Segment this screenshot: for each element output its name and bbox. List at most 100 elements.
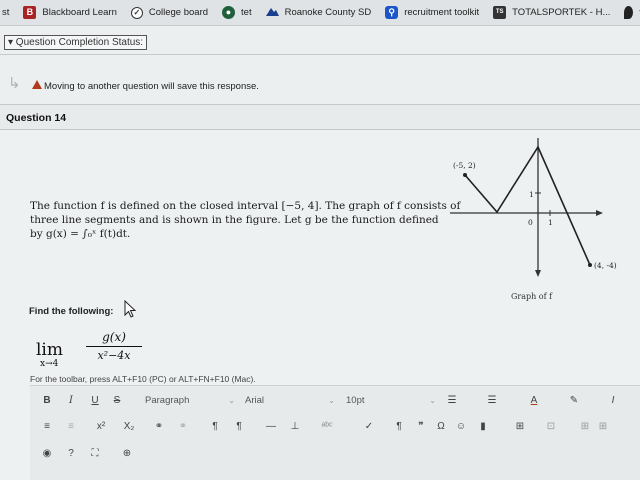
- blackboard-icon: B: [23, 6, 37, 19]
- font-size-select[interactable]: 10pt ⌄: [346, 392, 436, 410]
- completion-status-bar: ▾ Question Completion Status:: [0, 27, 640, 55]
- highlight-pen-icon[interactable]: ✎: [566, 392, 582, 410]
- bookmark-st[interactable]: st: [0, 0, 16, 25]
- superscript-button[interactable]: x²: [92, 418, 110, 436]
- bookmark-label: TOTALSPORTEK - H...: [512, 7, 611, 18]
- point-label-left: (-5, 2): [453, 161, 476, 170]
- text-color-icon[interactable]: A: [526, 392, 542, 410]
- y-axis-arrow-icon: [535, 270, 541, 277]
- numbered-list-icon[interactable]: ☰: [482, 392, 502, 410]
- bookmark-label: tet: [241, 7, 252, 18]
- x-axis-arrow-icon: [596, 210, 603, 216]
- fullscreen-icon[interactable]: ⛶: [88, 445, 102, 463]
- bookmark-tet[interactable]: ● tet: [215, 0, 259, 25]
- table-cell-icon[interactable]: ⊡: [544, 418, 558, 436]
- bookmark-label: recruitment toolkit: [404, 7, 480, 18]
- paragraph-mark-icon[interactable]: ¶: [392, 418, 406, 436]
- bookmark-label: College board: [148, 7, 209, 18]
- underline-button[interactable]: U: [88, 392, 102, 410]
- help-icon[interactable]: ?: [64, 445, 78, 463]
- completion-status-toggle[interactable]: ▾ Question Completion Status:: [4, 35, 148, 50]
- recruitment-icon: ⚲: [385, 6, 399, 19]
- ltr-icon[interactable]: ¶: [208, 418, 222, 436]
- tick-label-y1: 1: [529, 190, 534, 199]
- warning-icon: [32, 80, 42, 89]
- chevron-down-icon: ⌄: [228, 396, 235, 405]
- toolbar-row-3: ◉ ? ⛶ ⊕: [30, 441, 640, 467]
- bookmark-recruitment[interactable]: ⚲ recruitment toolkit: [378, 0, 486, 25]
- limit-subscript: x→4: [40, 359, 59, 369]
- tet-icon: ●: [222, 6, 236, 19]
- problem-line: by g(x) = ∫₀ˣ f(t)dt.: [30, 228, 131, 240]
- bookmark-label: Roanoke County SD: [284, 7, 372, 18]
- bold-button[interactable]: B: [40, 392, 54, 410]
- question-header: Question 14: [0, 104, 640, 130]
- horizontal-rule-icon[interactable]: —: [264, 418, 278, 436]
- bookmark-vo[interactable]: vo: [617, 0, 640, 25]
- graph-of-f: (-5, 2) (4, -4) 1 0 1: [450, 138, 617, 277]
- quote-icon[interactable]: ❞: [414, 418, 428, 436]
- totalsportek-icon: TS: [493, 6, 507, 19]
- bookmarks-bar: st B Blackboard Learn ✓ College board ● …: [0, 0, 640, 26]
- chevron-down-icon: ⌄: [429, 396, 436, 405]
- return-arrow-icon: ↳: [8, 75, 21, 92]
- problem-line: three line segments and is shown in the …: [30, 214, 439, 226]
- chevron-down-icon: ⌄: [328, 396, 335, 405]
- font-select[interactable]: Arial ⌄: [245, 392, 335, 410]
- font-size-select-value: 10pt: [346, 395, 365, 406]
- preview-eye-icon[interactable]: ◉: [40, 445, 54, 463]
- clear-format-icon[interactable]: I: [605, 392, 621, 410]
- roanoke-icon: [265, 6, 279, 19]
- f-graph-line: [464, 145, 591, 266]
- bookmark-totalsportek[interactable]: TS TOTALSPORTEK - H...: [486, 0, 617, 25]
- emoji-icon[interactable]: ☺: [454, 418, 468, 436]
- college-board-icon: ✓: [130, 6, 143, 19]
- bookmark-roanoke[interactable]: Roanoke County SD: [259, 0, 379, 25]
- align-right-icon[interactable]: ≡: [64, 418, 78, 436]
- tick-label-x1: 1: [548, 218, 553, 227]
- table-icon[interactable]: ⊞: [510, 418, 530, 436]
- align-icon[interactable]: ≡: [40, 418, 54, 436]
- toolbar-row-1: B I U S Paragraph ⌄ Arial ⌄ 10pt ⌄ ☰ ☰ A…: [30, 388, 640, 414]
- table-row-icon[interactable]: ⊞: [578, 418, 592, 436]
- f-left-endpoint: [463, 173, 467, 177]
- f-right-endpoint: [588, 263, 592, 267]
- toolbar-hint: For the toolbar, press ALT+F10 (PC) or A…: [30, 374, 256, 384]
- limit-word: lim: [36, 340, 63, 360]
- strikethrough-button[interactable]: S: [110, 392, 124, 410]
- find-label: Find the following:: [29, 306, 114, 317]
- vo-icon: [624, 6, 634, 19]
- bookmark-icon[interactable]: ▮: [476, 418, 490, 436]
- tick-label-origin: 0: [528, 218, 533, 227]
- bookmark-blackboard[interactable]: B Blackboard Learn: [16, 0, 123, 25]
- limit-denominator: x²−4x: [97, 349, 131, 362]
- rtl-icon[interactable]: ¶: [232, 418, 246, 436]
- problem-statement: The function f is defined on the closed …: [30, 199, 460, 241]
- checkmark-icon[interactable]: ✓: [362, 418, 376, 436]
- question-title: Question 14: [6, 112, 67, 124]
- toolbar-row-2: ≡ ≡ x² X₂ ⚭ ⚭ ¶ ¶ — ⊥ ᵃᵇᶜ ✓ ¶ ❞ Ω ☺ ▮ ⊞ …: [30, 414, 640, 440]
- add-content-icon[interactable]: ⊕: [120, 445, 134, 463]
- editor-toolbar: B I U S Paragraph ⌄ Arial ⌄ 10pt ⌄ ☰ ☰ A…: [30, 385, 640, 480]
- spellcheck-icon[interactable]: ᵃᵇᶜ: [320, 418, 334, 436]
- special-char-icon[interactable]: Ω: [434, 418, 448, 436]
- mouse-cursor-icon: [124, 300, 136, 318]
- bookmark-label: Blackboard Learn: [42, 7, 117, 18]
- subscript-button[interactable]: X₂: [120, 418, 138, 436]
- font-select-value: Arial: [245, 395, 265, 406]
- limit-fraction: g(x) x²−4x: [84, 330, 144, 362]
- warning-text: Moving to another question will save thi…: [44, 81, 259, 92]
- point-label-right: (4, -4): [594, 261, 617, 270]
- limit-numerator: g(x): [102, 330, 126, 344]
- link-icon[interactable]: ⚭: [152, 418, 166, 436]
- graph-caption: Graph of f: [511, 292, 553, 301]
- italic-button[interactable]: I: [64, 392, 78, 410]
- paragraph-select[interactable]: Paragraph ⌄: [145, 392, 235, 410]
- bullet-list-icon[interactable]: ☰: [442, 392, 462, 410]
- insert-icon[interactable]: ⊥: [288, 418, 302, 436]
- table-col-icon[interactable]: ⊞: [596, 418, 610, 436]
- bookmark-label: st: [2, 7, 10, 18]
- unlink-icon[interactable]: ⚭: [176, 418, 190, 436]
- fraction-bar: [86, 346, 142, 347]
- bookmark-college-board[interactable]: ✓ College board: [124, 0, 215, 25]
